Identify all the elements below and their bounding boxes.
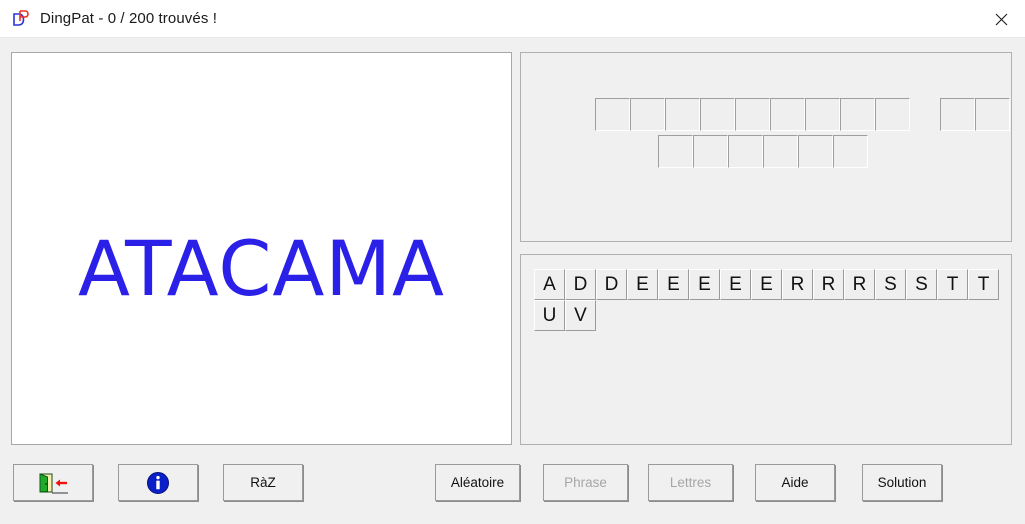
letter-tile[interactable]: V (565, 300, 596, 331)
answer-slot[interactable] (805, 98, 840, 131)
window-title: DingPat - 0 / 200 trouvés ! (40, 10, 217, 27)
answer-slot[interactable] (700, 98, 735, 131)
answer-slot[interactable] (940, 98, 975, 131)
answer-slot[interactable] (658, 135, 693, 168)
letter-tile[interactable]: T (968, 269, 999, 300)
answer-slot-row (658, 135, 868, 168)
answer-slot[interactable] (665, 98, 700, 131)
letter-tile[interactable]: E (658, 269, 689, 300)
quit-button[interactable] (13, 464, 93, 501)
exit-door-icon (38, 472, 68, 494)
letter-tiles-container: ADDEEEEERRRSSTTUV (534, 269, 999, 331)
answer-slot[interactable] (840, 98, 875, 131)
random-button[interactable]: Aléatoire (435, 464, 520, 501)
answer-slot[interactable] (693, 135, 728, 168)
title-bar: DingPat - 0 / 200 trouvés ! (0, 0, 1025, 38)
info-button[interactable] (118, 464, 198, 501)
solution-button[interactable]: Solution (862, 464, 942, 501)
answer-slot[interactable] (595, 98, 630, 131)
help-button[interactable]: Aide (755, 464, 835, 501)
puzzle-canvas[interactable]: ATACAMA (11, 52, 512, 445)
answer-slot[interactable] (875, 98, 910, 131)
answer-slot-group (595, 98, 910, 131)
letter-tile[interactable]: E (751, 269, 782, 300)
dingpat-logo-icon (11, 9, 31, 29)
letter-tile[interactable]: R (782, 269, 813, 300)
info-circle-icon (146, 471, 170, 495)
letter-tile[interactable]: T (937, 269, 968, 300)
letter-tile[interactable]: E (627, 269, 658, 300)
letter-tiles-panel[interactable]: ADDEEEEERRRSSTTUV (520, 254, 1012, 445)
answer-slot[interactable] (630, 98, 665, 131)
close-icon[interactable] (978, 0, 1025, 38)
letter-tile[interactable]: R (844, 269, 875, 300)
answer-slot[interactable] (798, 135, 833, 168)
answer-slots-panel[interactable] (520, 52, 1012, 242)
answer-slot-row (595, 98, 1010, 131)
phrase-button: Phrase (543, 464, 628, 501)
letter-tile[interactable]: R (813, 269, 844, 300)
letter-tile[interactable]: U (534, 300, 565, 331)
bottom-toolbar: RàZ 0200 Aléatoire Phrase Lettres Aide S… (0, 455, 1025, 524)
application-window: DingPat - 0 / 200 trouvés ! ATACAMA ADDE… (0, 0, 1025, 524)
letter-tile[interactable]: S (875, 269, 906, 300)
letter-tile[interactable]: S (906, 269, 937, 300)
answer-slot[interactable] (975, 98, 1010, 131)
answer-slot[interactable] (770, 98, 805, 131)
letters-button: Lettres (648, 464, 733, 501)
letter-tile[interactable]: A (534, 269, 565, 300)
letter-tile[interactable]: D (596, 269, 627, 300)
answer-slot[interactable] (728, 135, 763, 168)
puzzle-word-display: ATACAMA (78, 224, 445, 313)
answer-slot[interactable] (763, 135, 798, 168)
answer-slot-group (658, 135, 868, 168)
reset-button[interactable]: RàZ (223, 464, 303, 501)
answer-slot[interactable] (833, 135, 868, 168)
answer-slot-group (940, 98, 1010, 131)
letter-tile[interactable]: E (720, 269, 751, 300)
letter-tile[interactable]: D (565, 269, 596, 300)
letter-tile[interactable]: E (689, 269, 720, 300)
answer-slot[interactable] (735, 98, 770, 131)
